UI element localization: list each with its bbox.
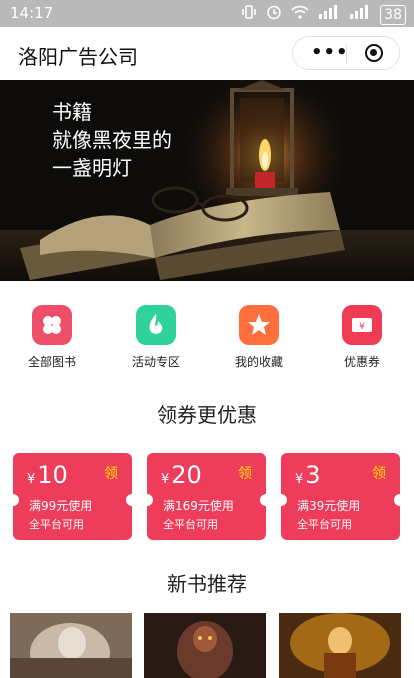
book-cover[interactable] xyxy=(279,613,401,678)
vibrate-icon xyxy=(241,4,257,25)
coupon-notch xyxy=(394,494,400,506)
banner-line-1: 书籍 xyxy=(52,100,92,124)
coupon-notch xyxy=(13,494,19,506)
more-options-icon[interactable]: ••• xyxy=(311,43,349,63)
wifi-icon xyxy=(291,5,309,24)
category-label: 活动专区 xyxy=(131,355,180,369)
category-all-books[interactable]: 全部图书 xyxy=(12,296,92,370)
coupon-value: 10 xyxy=(37,461,68,489)
category-favorites[interactable]: 我的收藏 xyxy=(219,296,299,370)
clover-icon xyxy=(32,305,72,345)
currency-symbol: ¥ xyxy=(295,472,304,487)
coupon-amount: ¥10 xyxy=(27,461,68,489)
coupon-condition: 满39元使用 xyxy=(297,499,361,513)
coupon-amount: ¥20 xyxy=(161,461,202,489)
claim-button[interactable]: 领 xyxy=(372,463,386,483)
status-time: 14:17 xyxy=(10,4,54,22)
coupon-value: 3 xyxy=(305,461,321,489)
category-nav: 全部图书 活动专区 我的收藏 ¥ 优惠券 xyxy=(0,296,414,376)
coupon-card[interactable]: ¥10 领 满99元使用 全平台可用 xyxy=(13,453,132,540)
mini-program-header: 洛阳广告公司 ••• xyxy=(0,27,414,80)
category-label: 我的收藏 xyxy=(234,355,283,369)
status-bar: 14:17 38 xyxy=(0,0,414,27)
star-icon xyxy=(239,305,279,345)
page-title: 洛阳广告公司 xyxy=(18,45,138,69)
alarm-icon xyxy=(266,4,282,25)
category-label: 全部图书 xyxy=(27,355,76,369)
status-icons: 38 xyxy=(241,4,406,25)
banner-line-3: 一盏明灯 xyxy=(52,156,132,180)
currency-symbol: ¥ xyxy=(27,472,36,487)
coupon-notch xyxy=(260,494,266,506)
coupon-notch xyxy=(281,494,287,506)
claim-button[interactable]: 领 xyxy=(238,463,252,483)
coupon-value: 20 xyxy=(171,461,202,489)
coupon-card[interactable]: ¥3 领 满39元使用 全平台可用 xyxy=(281,453,400,540)
coupon-notch xyxy=(147,494,153,506)
book-cover[interactable] xyxy=(144,613,266,678)
banner-line-2: 就像黑夜里的 xyxy=(52,128,172,152)
capsule-menu: ••• xyxy=(292,36,400,70)
coupon-condition: 满99元使用 xyxy=(29,499,93,513)
new-books-section-title: 新书推荐 xyxy=(167,572,247,596)
ticket-icon: ¥ xyxy=(342,305,382,345)
signal-icon-2 xyxy=(349,5,371,24)
flame-icon xyxy=(136,305,176,345)
book-cover[interactable] xyxy=(10,613,132,678)
coupon-notch xyxy=(126,494,132,506)
coupon-card[interactable]: ¥20 领 满169元使用 全平台可用 xyxy=(147,453,266,540)
coupon-amount: ¥3 xyxy=(295,461,321,489)
svg-text:¥: ¥ xyxy=(359,322,365,332)
claim-button[interactable]: 领 xyxy=(104,463,118,483)
banner-image[interactable]: 书籍 就像黑夜里的 一盏明灯 xyxy=(0,80,414,281)
banner-caption: 书籍 就像黑夜里的 一盏明灯 xyxy=(52,98,172,182)
battery-indicator: 38 xyxy=(380,4,406,25)
coupon-scope: 全平台可用 xyxy=(297,518,352,531)
coupon-condition: 满169元使用 xyxy=(163,499,234,513)
category-coupons[interactable]: ¥ 优惠券 xyxy=(322,296,402,370)
currency-symbol: ¥ xyxy=(161,472,170,487)
coupon-section-title: 领券更优惠 xyxy=(157,403,257,427)
category-label: 优惠券 xyxy=(343,355,380,369)
close-target-icon[interactable] xyxy=(365,44,383,62)
coupon-scope: 全平台可用 xyxy=(29,518,84,531)
signal-icon xyxy=(318,5,340,24)
coupon-scope: 全平台可用 xyxy=(163,518,218,531)
capsule-divider xyxy=(346,45,347,63)
category-activities[interactable]: 活动专区 xyxy=(116,296,196,370)
